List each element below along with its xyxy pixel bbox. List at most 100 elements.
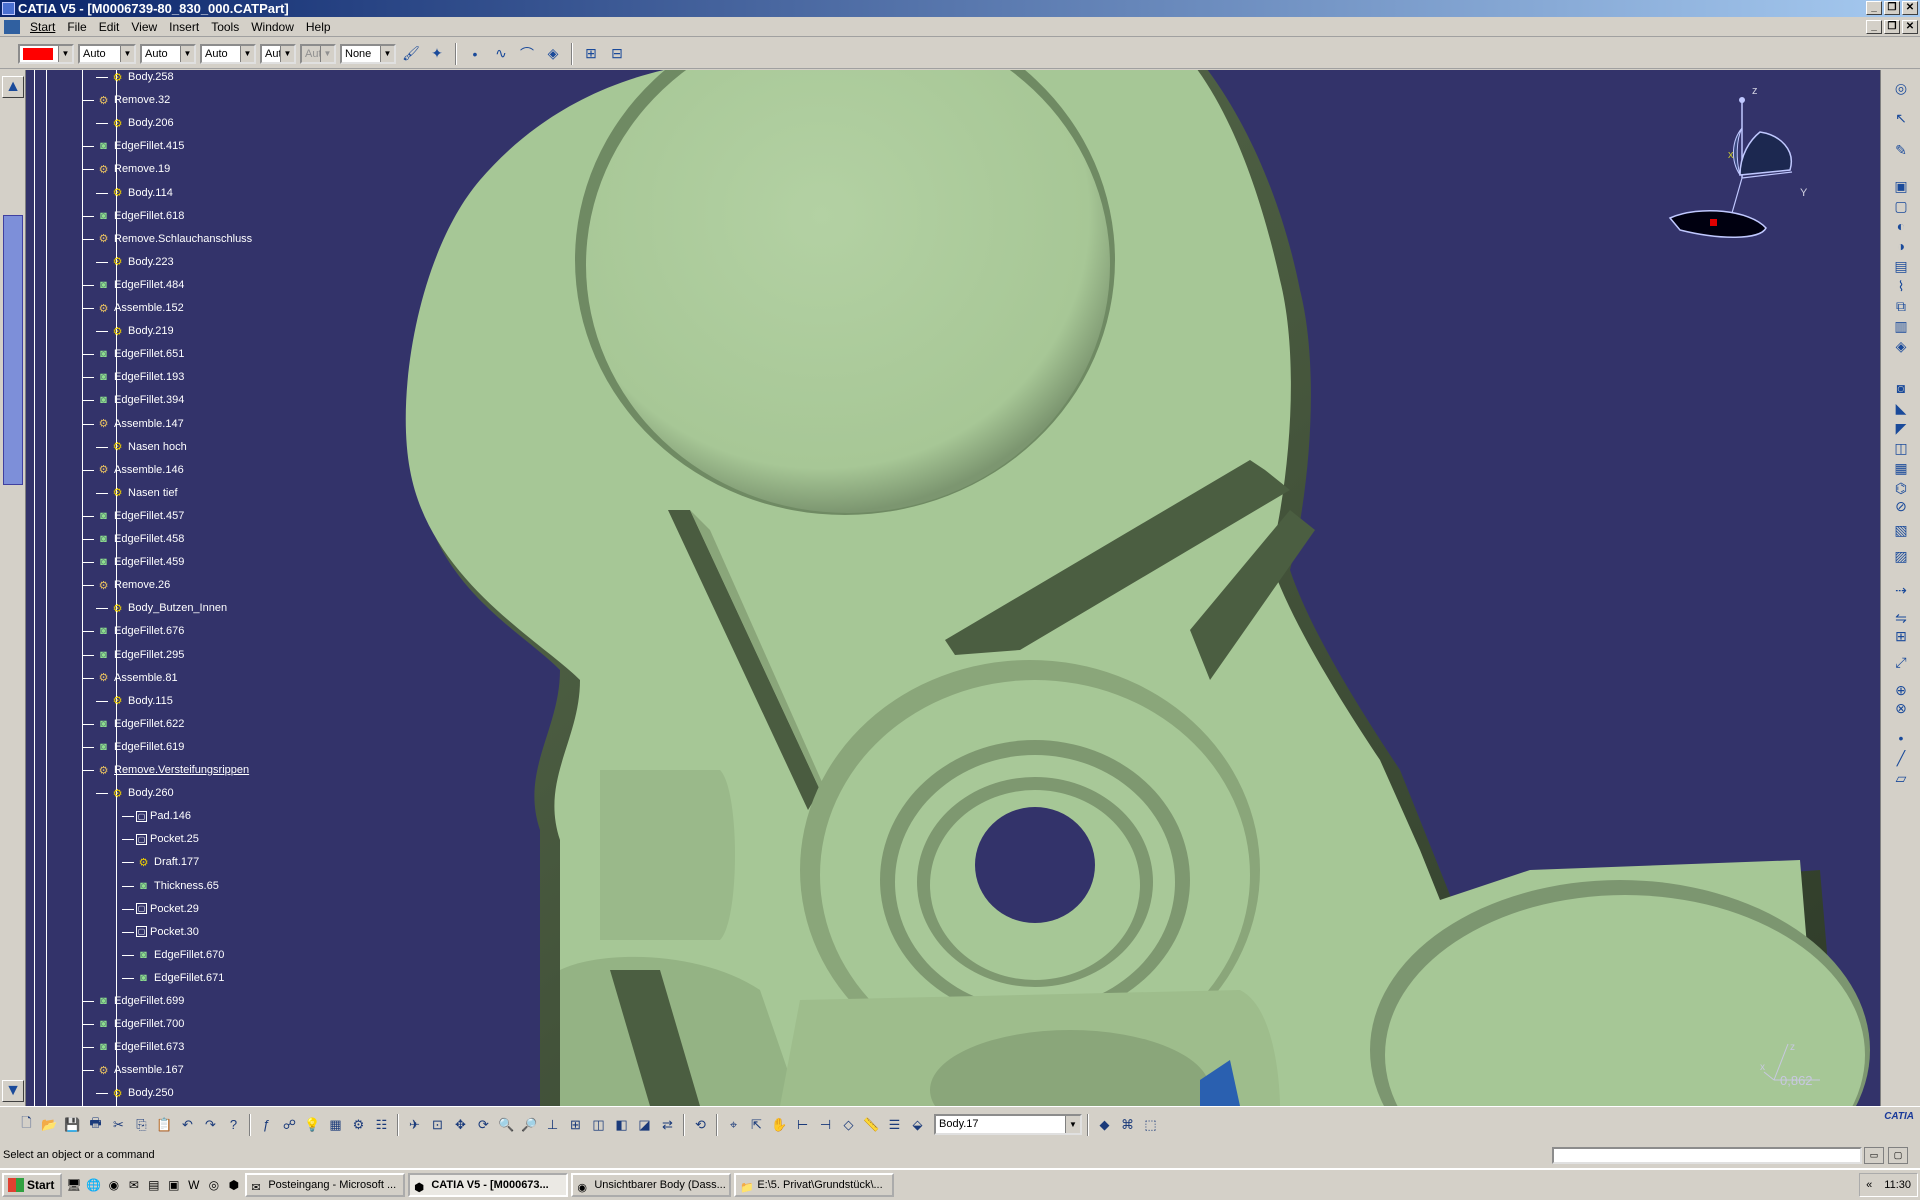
current-body-combo[interactable]: Body.17 ▼ — [934, 1114, 1082, 1135]
tree-node[interactable]: ◙ EdgeFillet.699 — [96, 992, 184, 1010]
doc-restore-button[interactable]: ❐ — [1884, 20, 1900, 34]
thread-icon[interactable]: ⌬ — [1890, 480, 1912, 500]
knowledge-icon[interactable]: ☍ — [279, 1114, 300, 1136]
loft-icon[interactable]: ◈ — [1890, 338, 1912, 358]
tree-node[interactable]: ▢ Pocket.29 — [136, 900, 199, 918]
tree-node[interactable]: ⚙ Body.115 — [110, 692, 173, 710]
chevron-down-icon[interactable]: ▼ — [380, 45, 394, 62]
analysis-icon[interactable]: ⊟ — [606, 43, 628, 65]
scroll-down-icon[interactable]: ▼ — [2, 1080, 24, 1102]
tree-node[interactable]: ⚙ Body.219 — [110, 322, 174, 340]
draft-icon[interactable]: ◤ — [1890, 420, 1912, 440]
task-explorer[interactable]: 📁 E:\5. Privat\Grundstück\... — [734, 1173, 895, 1197]
fly-mode-icon[interactable]: ✈ — [404, 1114, 425, 1136]
tree-node[interactable]: ◙ EdgeFillet.457 — [96, 507, 184, 525]
line-thickness-combo[interactable]: Auto ▼ — [140, 43, 196, 64]
compass-yz-plane[interactable] — [1739, 131, 1793, 176]
whats-this-icon[interactable]: ? — [223, 1114, 244, 1136]
open-folder-icon[interactable]: 📂 — [39, 1114, 60, 1136]
copy-icon[interactable]: ⎘ — [131, 1114, 152, 1136]
tree-scrollbar[interactable]: ▲ ▼ — [0, 70, 26, 1106]
slot-icon[interactable]: ⧉ — [1890, 298, 1912, 318]
tree-node[interactable]: ⚙ Remove.26 — [96, 576, 171, 594]
light-bulb-icon[interactable]: 💡 — [302, 1114, 323, 1136]
tree-node[interactable]: ⚙ Remove.19 — [96, 160, 171, 178]
powerpoint-icon[interactable]: ▣ — [165, 1177, 182, 1194]
line-tool-icon[interactable]: ╱ — [1890, 750, 1912, 770]
zoom-out-icon[interactable]: 🔎 — [519, 1114, 540, 1136]
internet-explorer-icon[interactable]: 🌐 — [85, 1177, 102, 1194]
tree-node[interactable]: ◙ EdgeFillet.459 — [96, 553, 184, 571]
menu-file[interactable]: File — [61, 17, 92, 37]
map-icon[interactable]: ⌘ — [1117, 1114, 1138, 1136]
pocket-icon[interactable]: ▢ — [1890, 198, 1912, 218]
tree-node[interactable]: ◙ EdgeFillet.458 — [96, 530, 184, 548]
chevron-down-icon[interactable]: ▼ — [180, 45, 194, 62]
select-arrow-icon[interactable]: ↖ — [1890, 110, 1912, 130]
word-icon[interactable]: W — [185, 1177, 202, 1194]
tree-node[interactable]: ◙ EdgeFillet.676 — [96, 622, 184, 640]
define-work-object-icon[interactable]: ⬙ — [907, 1114, 928, 1136]
thickness-icon[interactable]: ▦ — [1890, 460, 1912, 480]
tree-node[interactable]: ◙ EdgeFillet.671 — [136, 969, 224, 987]
menu-help[interactable]: Help — [300, 17, 337, 37]
tree-node[interactable]: ◙ EdgeFillet.415 — [96, 137, 184, 155]
zoom-in-icon[interactable]: 🔍 — [496, 1114, 517, 1136]
tree-node[interactable]: ⚙ Assemble.146 — [96, 461, 184, 479]
mirror-icon[interactable]: ⇋ — [1890, 610, 1912, 630]
split-icon[interactable]: ⊘ — [1890, 498, 1912, 518]
hide-show-icon[interactable]: ◪ — [634, 1114, 655, 1136]
tree-node[interactable]: ⚙ Body.258 — [110, 70, 174, 86]
iso-view-icon[interactable]: ◫ — [588, 1114, 609, 1136]
line-type-combo[interactable]: Auto ▼ — [200, 43, 256, 64]
tree-node[interactable]: ⚙ Body.206 — [110, 114, 174, 132]
compass-xy-plane[interactable] — [1668, 209, 1767, 238]
tree-node[interactable]: ▢ Pocket.25 — [136, 830, 199, 848]
new-file-icon[interactable]: 🗋 — [16, 1114, 37, 1136]
tree-node[interactable]: ⚙ Remove.Versteifungsrippen — [96, 761, 250, 779]
tree-node[interactable]: ◙ EdgeFillet.619 — [96, 738, 184, 756]
plane-tool-icon[interactable]: ▱ — [1890, 770, 1912, 790]
arc-icon[interactable]: ⌒ — [516, 43, 538, 65]
stop-command-icon[interactable]: ▢ — [1888, 1147, 1908, 1164]
tree-node[interactable]: ◙ EdgeFillet.673 — [96, 1038, 184, 1056]
tree-node[interactable]: ⚙ Assemble.81 — [96, 669, 178, 687]
power-input-field[interactable] — [1552, 1147, 1862, 1164]
tree-node[interactable]: ◙ EdgeFillet.394 — [96, 391, 184, 409]
ruler-icon[interactable]: 📏 — [861, 1114, 882, 1136]
tree-node[interactable]: ⚙ Body.114 — [110, 184, 173, 202]
tree-node[interactable]: ⚙ Body.223 — [110, 253, 174, 271]
pan-icon[interactable]: ✥ — [450, 1114, 471, 1136]
media-icon[interactable]: ◎ — [205, 1177, 222, 1194]
table-icon[interactable]: ▦ — [325, 1114, 346, 1136]
cut-icon[interactable]: ✂ — [108, 1114, 129, 1136]
catalog-icon[interactable]: ☷ — [371, 1114, 392, 1136]
scaling-icon[interactable]: ⤢ — [1890, 654, 1912, 674]
transparency-combo[interactable]: Auto ▼ — [78, 43, 136, 64]
tree-node[interactable]: ⚙ Body.260 — [110, 784, 174, 802]
shell-icon[interactable]: ◫ — [1890, 440, 1912, 460]
translate-icon[interactable]: ⇢ — [1890, 582, 1912, 602]
close-surface-icon[interactable]: ▨ — [1890, 548, 1912, 568]
stiffener-icon[interactable]: ▥ — [1890, 318, 1912, 338]
tree-node[interactable]: ▢ Pad.146 — [136, 807, 191, 825]
chevron-down-icon[interactable]: ▼ — [58, 45, 72, 62]
measure-icon[interactable]: ⊞ — [580, 43, 602, 65]
document-icon[interactable] — [4, 19, 20, 34]
chamfer-icon[interactable]: ◣ — [1890, 400, 1912, 420]
task-catia[interactable]: ⬢ CATIA V5 - [M000673... — [408, 1173, 569, 1197]
constraint-icon[interactable]: ⊣ — [815, 1114, 836, 1136]
point-tool-icon[interactable]: • — [1890, 730, 1912, 750]
tree-node[interactable]: ◙ EdgeFillet.193 — [96, 368, 184, 386]
axis-system-icon[interactable]: ⊢ — [792, 1114, 813, 1136]
surface-icon[interactable]: ◈ — [542, 43, 564, 65]
compass-z-handle[interactable] — [1739, 97, 1745, 103]
tree-node[interactable]: ⚙ Draft.177 — [136, 853, 200, 871]
catia-quicklaunch-icon[interactable]: ⬢ — [225, 1177, 242, 1194]
task-outlook[interactable]: ✉ Posteingang - Microsoft ... — [245, 1173, 406, 1197]
photo-studio-icon[interactable]: ⬚ — [1140, 1114, 1161, 1136]
chevron-down-icon[interactable]: ▼ — [280, 45, 294, 62]
swap-visible-icon[interactable]: ⇄ — [657, 1114, 678, 1136]
edge-fillet-icon[interactable]: ◙ — [1890, 380, 1912, 400]
fit-all-icon[interactable]: ⊡ — [427, 1114, 448, 1136]
